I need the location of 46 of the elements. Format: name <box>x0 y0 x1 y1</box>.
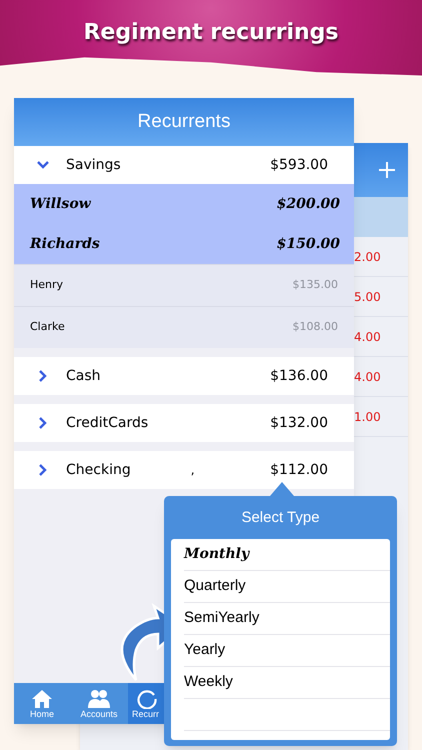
recurring-row[interactable]: Henry $135.00 <box>14 264 354 306</box>
amount-text: 2.00 <box>354 248 381 266</box>
recurring-row[interactable]: Clarke $108.00 <box>14 306 354 348</box>
recurring-row[interactable]: Richards $150.00 <box>14 224 354 264</box>
account-amount: $132.00 <box>270 414 328 432</box>
option-label: Monthly <box>184 544 250 564</box>
option-row[interactable]: Weekly <box>184 666 390 698</box>
account-name: Checking <box>66 460 131 480</box>
option-label: Weekly <box>184 672 233 692</box>
account-row[interactable]: Checking , $112.00 <box>14 451 354 489</box>
screen-title: Recurrents <box>138 110 230 134</box>
option-row[interactable]: Yearly <box>184 634 390 666</box>
people-icon <box>87 688 111 708</box>
recurring-amount: $150.00 <box>276 234 340 254</box>
amount-text: 5.00 <box>354 288 381 306</box>
account-row[interactable]: CreditCards $132.00 <box>14 404 354 442</box>
plus-icon[interactable] <box>378 161 396 179</box>
recurring-row[interactable]: Willsow $200.00 <box>14 184 354 224</box>
banner-title: Regiment recurrings <box>83 19 339 47</box>
account-name: CreditCards <box>66 414 148 432</box>
recurring-amount: $135.00 <box>292 277 338 294</box>
account-amount: $593.00 <box>270 156 328 174</box>
amount-text: 1.00 <box>354 408 381 426</box>
comma-mark: , <box>190 462 195 479</box>
popover-title: Select Type <box>241 508 320 528</box>
option-row[interactable]: Monthly <box>184 538 390 570</box>
option-row[interactable]: Quarterly <box>184 570 390 602</box>
account-name: Cash <box>66 366 101 386</box>
account-amount: $136.00 <box>270 366 328 386</box>
option-row[interactable]: SemiYearly <box>184 602 390 634</box>
recurring-name: Henry <box>30 277 64 294</box>
option-label: SemiYearly <box>184 608 260 628</box>
amount-text: 4.00 <box>354 368 381 386</box>
account-row[interactable]: Savings $593.00 <box>14 146 354 184</box>
recurring-name: Clarke <box>30 319 65 336</box>
house-icon <box>31 688 53 708</box>
account-amount: $112.00 <box>270 460 328 480</box>
account-row[interactable]: Cash $136.00 <box>14 357 354 395</box>
account-name: Savings <box>66 156 121 174</box>
amount-text: 4.00 <box>354 328 381 346</box>
recurring-name: Willsow <box>30 194 91 214</box>
option-label: Quarterly <box>184 576 246 596</box>
option-label: Yearly <box>184 640 226 660</box>
recurring-amount: $108.00 <box>292 319 338 336</box>
recurring-amount: $200.00 <box>276 194 340 214</box>
recurring-name: Richards <box>30 234 100 254</box>
